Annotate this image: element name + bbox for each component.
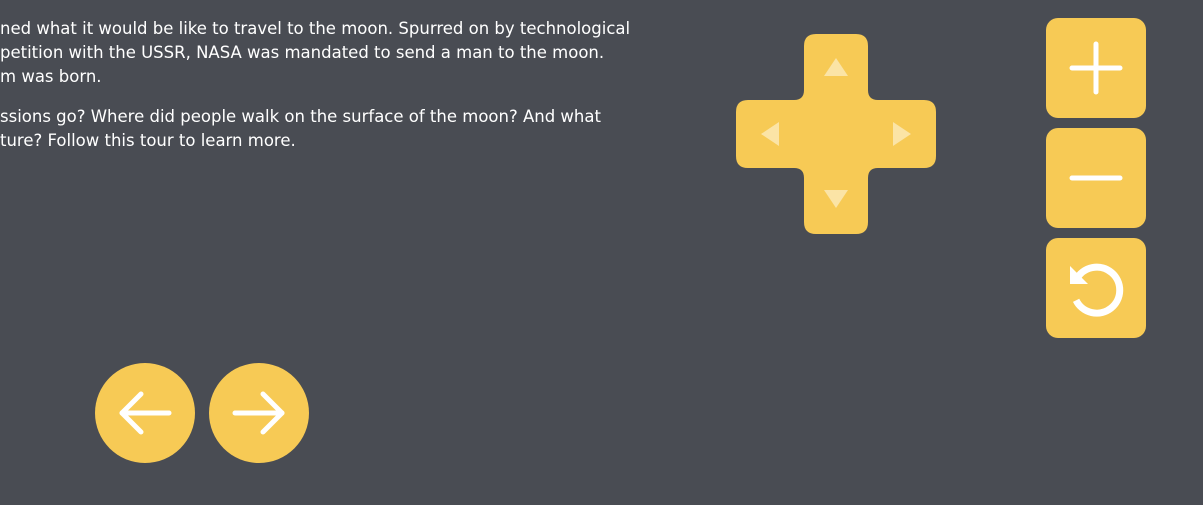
pan-up-button[interactable] <box>804 34 868 100</box>
tour-description: ned what it would be like to travel to t… <box>0 17 700 153</box>
pan-left-button[interactable] <box>736 100 804 168</box>
reset-icon <box>1070 263 1124 317</box>
zoom-out-button[interactable] <box>1046 128 1146 228</box>
pan-right-button[interactable] <box>868 100 936 168</box>
previous-button[interactable] <box>95 363 195 463</box>
tour-stage: ned what it would be like to travel to t… <box>0 0 1203 505</box>
minus-icon <box>1069 175 1123 181</box>
intro-paragraph-2: ssions go? Where did people walk on the … <box>0 105 700 153</box>
zoom-in-button[interactable] <box>1046 18 1146 118</box>
arrow-left-icon <box>119 391 172 435</box>
paragraph-line: m was born. <box>0 67 102 86</box>
pan-dpad <box>736 34 936 234</box>
plus-icon <box>1069 41 1123 95</box>
paragraph-line: ssions go? Where did people walk on the … <box>0 107 601 126</box>
pan-down-button[interactable] <box>804 168 868 234</box>
arrow-right-icon <box>232 391 285 435</box>
intro-paragraph-1: ned what it would be like to travel to t… <box>0 17 700 89</box>
reset-view-button[interactable] <box>1046 238 1146 338</box>
next-button[interactable] <box>209 363 309 463</box>
paragraph-line: petition with the USSR, NASA was mandate… <box>0 43 605 62</box>
paragraph-line: ture? Follow this tour to learn more. <box>0 131 296 150</box>
paragraph-line: ned what it would be like to travel to t… <box>0 19 631 38</box>
